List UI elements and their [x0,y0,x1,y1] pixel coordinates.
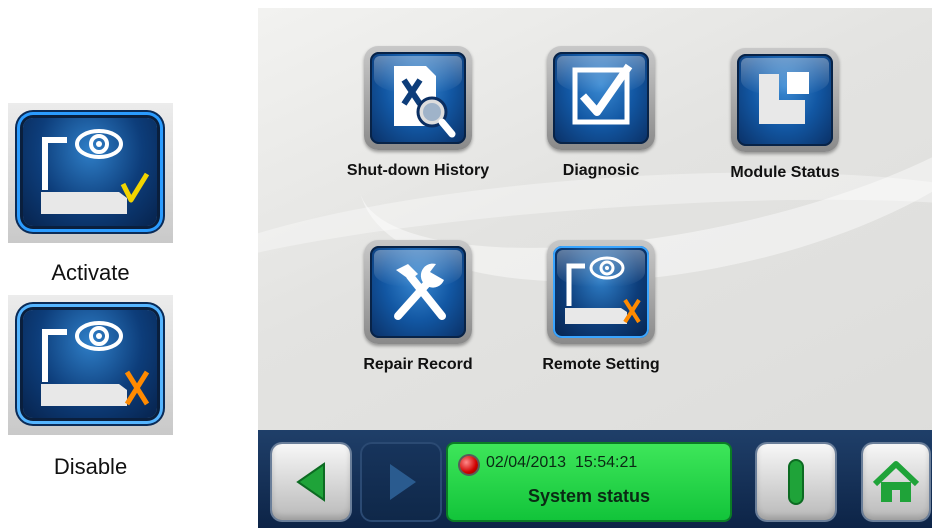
legend-activate [8,103,173,243]
tools-icon [394,263,446,320]
module-status-tile[interactable]: Module Status [721,48,849,181]
bottom-toolbar: 02/04/2013 15:54:21 System status [258,430,932,528]
shutdown-history-label: Shut-down History [346,162,490,179]
hmi-panel: Shut-down History Diagnosic Module Statu… [258,8,932,528]
legend-activate-label: Activate [51,260,130,285]
shutdown-history-button[interactable] [364,46,472,150]
shutdown-history-icon [394,66,456,138]
module-status-label: Module Status [730,164,840,181]
back-button[interactable] [272,444,350,520]
home-button[interactable] [863,444,929,520]
remote-disable-icon [23,310,157,418]
remote-setting-button[interactable] [547,240,655,344]
diagnostic-tile[interactable]: Diagnosic [537,46,665,179]
legend-disable [8,295,173,435]
shutdown-history-tile[interactable]: Shut-down History [347,46,489,179]
diagnostic-label: Diagnosic [562,162,640,179]
status-datetime: 02/04/2013 15:54:21 [486,454,638,471]
power-button[interactable] [757,444,835,520]
status-caption: System status [527,486,651,506]
checkbox-icon [572,63,633,125]
diagnostic-button[interactable] [547,46,655,150]
remote-setting-tile[interactable]: Remote Setting [537,240,665,373]
left-arrow-icon [296,462,325,502]
system-status-panel[interactable]: 02/04/2013 15:54:21 System status [448,444,730,520]
repair-record-label: Repair Record [363,356,473,373]
module-status-button[interactable] [731,48,839,152]
home-icon [872,461,920,502]
module-status-icon [759,72,809,124]
power-icon [788,459,804,505]
remote-disable-icon [565,256,641,324]
remote-setting-label: Remote Setting [542,356,660,373]
remote-activate-icon [23,118,157,226]
repair-record-tile[interactable]: Repair Record [354,240,482,373]
right-arrow-icon [390,464,416,500]
legend-disable-label: Disable [53,454,128,479]
repair-record-button[interactable] [364,240,472,344]
status-indicator [460,456,478,474]
forward-button [362,444,440,520]
